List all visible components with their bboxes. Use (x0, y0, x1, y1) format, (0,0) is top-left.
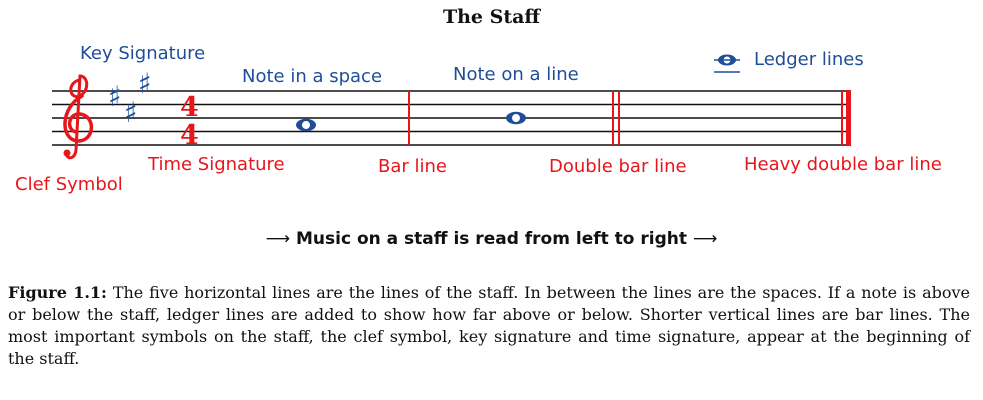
label-heavy-double-bar-line: Heavy double bar line (744, 154, 942, 175)
caption-text: The five horizontal lines are the lines … (8, 283, 971, 368)
label-clef-symbol: Clef Symbol (15, 174, 123, 195)
figure-caption: Figure 1.1: The five horizontal lines ar… (8, 282, 970, 370)
reading-direction: ⟶ Music on a staff is read from left to … (0, 229, 983, 249)
whole-note-line-icon (506, 111, 526, 125)
time-signature-top: 4 (180, 92, 199, 123)
staff-lines (52, 90, 850, 146)
sharp-icon: ♯ (138, 67, 152, 100)
label-ledger-lines: Ledger lines (754, 49, 864, 70)
label-note-space: Note in a space (242, 66, 383, 87)
label-time-signature: Time Signature (148, 154, 285, 175)
ledger-line-note-icon (714, 54, 740, 73)
staff-figure: The Staff ♯ ♯ ♯ 4 4 Key Signature Note i… (0, 0, 983, 400)
sharp-icon: ♯ (108, 80, 122, 113)
caption-label: Figure 1.1: (8, 283, 107, 302)
staff-diagram: ♯ ♯ ♯ 4 4 (52, 54, 851, 160)
label-bar-line: Bar line (378, 156, 447, 177)
reading-direction-text: Music on a staff is read from left to ri… (295, 229, 688, 249)
label-key-signature: Key Signature (80, 43, 206, 64)
key-signature-sharps: ♯ ♯ ♯ (108, 67, 152, 129)
label-note-line: Note on a line (453, 64, 579, 85)
right-arrow-icon: ⟶ (692, 229, 718, 249)
time-signature-bottom: 4 (180, 120, 199, 151)
whole-note-space-icon (296, 118, 316, 132)
right-arrow-icon: ⟶ (265, 229, 291, 249)
sharp-icon: ♯ (124, 96, 138, 129)
label-double-bar-line: Double bar line (549, 156, 687, 177)
